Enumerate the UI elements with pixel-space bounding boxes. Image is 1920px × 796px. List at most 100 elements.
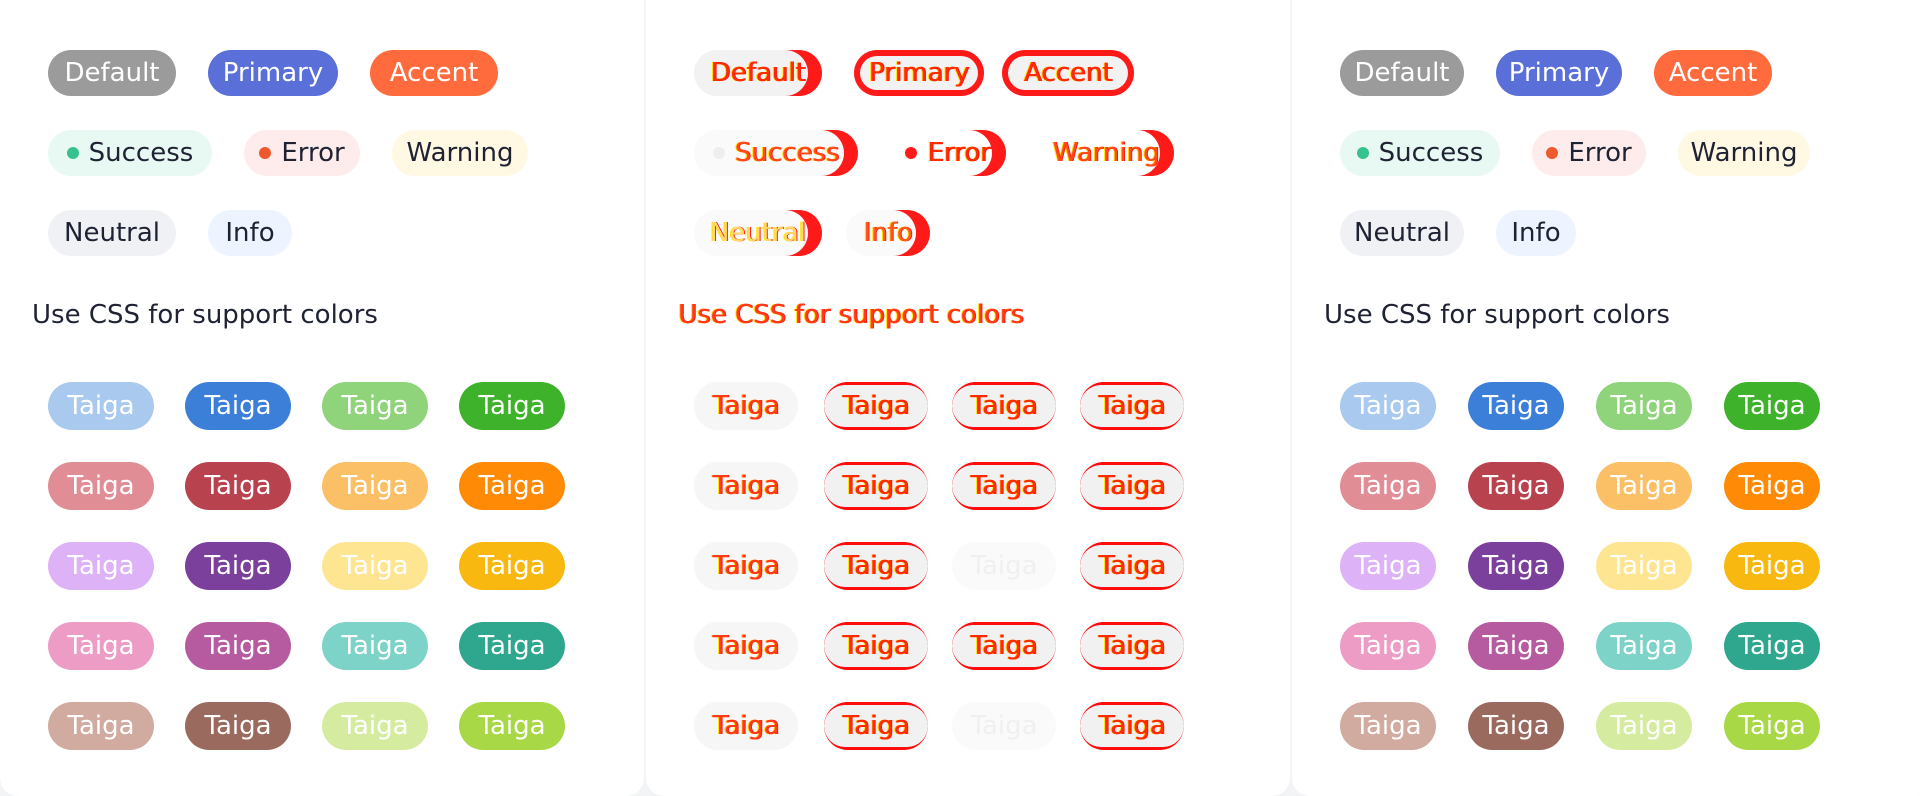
color-tag: Taiga <box>48 542 154 590</box>
color-tag: Taiga <box>952 702 1056 750</box>
color-tag: Taiga <box>1468 622 1564 670</box>
color-tag: Taiga <box>185 622 291 670</box>
color-tag: Taiga <box>459 462 565 510</box>
color-tag: Taiga <box>322 542 428 590</box>
color-tag-label: Taiga <box>952 465 1056 507</box>
badge-info: Info <box>1496 210 1576 256</box>
color-tag: Taiga <box>48 702 154 750</box>
color-tag: Taiga <box>1724 542 1820 590</box>
color-tag: Taiga <box>694 702 798 750</box>
badge-success: Success <box>1340 130 1500 176</box>
badge-warning: Warning <box>1678 130 1810 176</box>
color-tag: Taiga <box>1080 542 1184 590</box>
color-tag: Taiga <box>1596 382 1692 430</box>
badge-primary: Primary <box>854 50 984 96</box>
badge-info: Info <box>208 210 292 256</box>
color-tag: Taiga <box>824 622 928 670</box>
color-tag: Taiga <box>694 462 798 510</box>
color-tag: Taiga <box>1468 462 1564 510</box>
section-heading: Use CSS for support colors <box>678 300 1024 330</box>
color-tag: Taiga <box>1340 542 1436 590</box>
stage: Default Primary Accent Success Error War… <box>0 0 1920 796</box>
success-dot-icon <box>712 147 725 159</box>
badge-error: Error <box>244 130 360 176</box>
badge-info: Info <box>846 210 930 256</box>
badge-panel-middle: Default Primary Accent Success Error War… <box>646 0 1290 796</box>
color-tag-label: Taiga <box>952 385 1056 427</box>
color-tag: Taiga <box>185 702 291 750</box>
color-tag-label: Taiga <box>952 625 1056 667</box>
color-tag: Taiga <box>952 622 1056 670</box>
color-tag: Taiga <box>1724 702 1820 750</box>
color-tag: Taiga <box>48 622 154 670</box>
color-tag: Taiga <box>322 462 428 510</box>
badge-error: Error <box>890 130 1006 176</box>
color-tag-label: Taiga <box>1080 465 1184 507</box>
color-tag: Taiga <box>1596 622 1692 670</box>
color-tag: Taiga <box>824 542 928 590</box>
badge-success: Success <box>694 130 858 176</box>
color-tag: Taiga <box>1596 702 1692 750</box>
color-tag: Taiga <box>1468 382 1564 430</box>
badge-success: Success <box>48 130 212 176</box>
color-tag: Taiga <box>1596 542 1692 590</box>
color-tag: Taiga <box>459 702 565 750</box>
badge-accent: Accent <box>1002 50 1134 96</box>
color-tag: Taiga <box>824 462 928 510</box>
badge-warning: Warning <box>392 130 528 176</box>
badge-accent: Accent <box>1654 50 1772 96</box>
color-tag-label: Taiga <box>824 385 928 427</box>
color-tag: Taiga <box>1080 462 1184 510</box>
badge-warning: Warning <box>1038 130 1174 176</box>
badge-accent: Accent <box>370 50 498 96</box>
color-tag: Taiga <box>694 542 798 590</box>
color-tag: Taiga <box>1724 382 1820 430</box>
color-tag: Taiga <box>1080 702 1184 750</box>
success-dot-icon <box>1356 147 1369 159</box>
color-tag-label: Taiga <box>824 625 928 667</box>
color-tag: Taiga <box>1080 382 1184 430</box>
badge-error: Error <box>1532 130 1646 176</box>
color-tag: Taiga <box>1724 462 1820 510</box>
section-heading: Use CSS for support colors <box>32 300 378 330</box>
color-tag-label: Taiga <box>1080 385 1184 427</box>
success-dot-icon <box>66 147 79 159</box>
color-tag-label: Taiga <box>1080 625 1184 667</box>
badge-panel-left: Default Primary Accent Success Error War… <box>0 0 644 796</box>
color-tag: Taiga <box>1340 462 1436 510</box>
color-tag: Taiga <box>322 622 428 670</box>
badge-default: Default <box>694 50 822 96</box>
color-tag: Taiga <box>824 702 928 750</box>
color-tag: Taiga <box>1468 702 1564 750</box>
error-dot-icon <box>905 147 918 159</box>
color-tag: Taiga <box>48 462 154 510</box>
badge-primary: Primary <box>1496 50 1622 96</box>
color-tag: Taiga <box>1340 702 1436 750</box>
color-tag: Taiga <box>322 702 428 750</box>
color-tag: Taiga <box>952 542 1056 590</box>
color-tag: Taiga <box>1468 542 1564 590</box>
color-tag-label: Taiga <box>824 705 928 747</box>
badge-neutral: Neutral <box>694 210 822 256</box>
color-tag: Taiga <box>694 382 798 430</box>
color-tag: Taiga <box>185 382 291 430</box>
badge-default: Default <box>1340 50 1464 96</box>
color-tag: Taiga <box>459 542 565 590</box>
error-dot-icon <box>259 147 272 159</box>
color-tag: Taiga <box>952 462 1056 510</box>
color-tag: Taiga <box>1724 622 1820 670</box>
color-tag: Taiga <box>48 382 154 430</box>
color-tag: Taiga <box>824 382 928 430</box>
color-tag-label: Taiga <box>824 545 928 587</box>
color-tag: Taiga <box>952 382 1056 430</box>
badge-neutral: Neutral <box>1340 210 1464 256</box>
badge-primary: Primary <box>208 50 338 96</box>
color-tag: Taiga <box>459 382 565 430</box>
color-tag-label: Taiga <box>824 465 928 507</box>
badge-default: Default <box>48 50 176 96</box>
color-tag-label: Taiga <box>1080 705 1184 747</box>
color-tag: Taiga <box>322 382 428 430</box>
section-heading: Use CSS for support colors <box>1324 300 1670 330</box>
badge-panel-right: Default Primary Accent Success Error War… <box>1292 0 1920 796</box>
color-tag: Taiga <box>185 542 291 590</box>
